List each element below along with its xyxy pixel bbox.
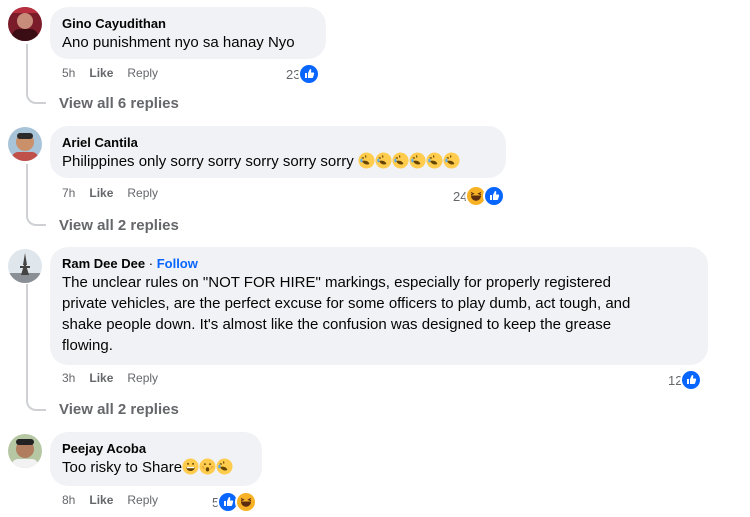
commenter-name[interactable]: Ariel Cantila xyxy=(62,134,494,151)
comment-text-body: Philippines only sorry sorry sorry sorry… xyxy=(62,153,354,170)
comment-text-line: shake people down. It's almost like the … xyxy=(62,316,612,333)
like-reaction-icon xyxy=(483,185,506,207)
comment-actions: 8h Like Reply xyxy=(62,493,172,507)
like-button[interactable]: Like xyxy=(89,186,113,200)
thread-line xyxy=(26,164,28,214)
rofl-emoji xyxy=(426,152,443,169)
like-button[interactable]: Like xyxy=(89,493,113,507)
rofl-emoji xyxy=(358,152,375,169)
reply-button[interactable]: Reply xyxy=(127,493,158,507)
commenter-name[interactable]: Gino Cayudithan xyxy=(62,15,314,32)
view-replies-link[interactable]: View all 2 replies xyxy=(59,217,179,234)
like-button[interactable]: Like xyxy=(89,371,113,385)
comment-time[interactable]: 3h xyxy=(62,371,75,385)
haha-reaction-icon xyxy=(235,491,258,513)
comment-bubble: Peejay Acoba Too risky to Share xyxy=(50,432,262,486)
like-reaction-icon xyxy=(680,369,703,391)
rofl-emoji xyxy=(443,152,460,169)
comment-time[interactable]: 7h xyxy=(62,186,75,200)
reaction-summary[interactable]: 5 xyxy=(212,491,258,513)
like-button[interactable]: Like xyxy=(89,66,113,80)
comment-text: The unclear rules on "NOT FOR HIRE" mark… xyxy=(62,272,696,356)
avatar[interactable] xyxy=(8,7,42,41)
comment-text: Ano punishment nyo sa hanay Nyo xyxy=(62,34,295,51)
comment-bubble: Ram Dee Dee · Follow The unclear rules o… xyxy=(50,247,708,365)
comment-actions: 7h Like Reply xyxy=(62,186,172,200)
comment-time[interactable]: 5h xyxy=(62,66,75,80)
commenter-header: Ram Dee Dee · Follow xyxy=(62,255,696,272)
surprised-emoji xyxy=(199,458,216,475)
rofl-emoji xyxy=(216,458,233,475)
avatar[interactable] xyxy=(8,434,42,468)
reply-button[interactable]: Reply xyxy=(127,186,158,200)
view-replies-link[interactable]: View all 2 replies xyxy=(59,401,179,418)
thread-elbow xyxy=(26,92,46,104)
comment-text: Too risky to Share xyxy=(62,457,250,478)
comment-actions: 3h Like Reply xyxy=(62,371,172,385)
reaction-summary[interactable]: 23 xyxy=(286,63,321,85)
comment-bubble: Ariel Cantila Philippines only sorry sor… xyxy=(50,126,506,178)
avatar[interactable] xyxy=(8,127,42,161)
reaction-summary[interactable]: 24 xyxy=(453,185,506,207)
grin-emoji xyxy=(182,458,199,475)
view-replies-link[interactable]: View all 6 replies xyxy=(59,95,179,112)
comment-text-line: private vehicles, are the perfect excuse… xyxy=(62,295,631,312)
commenter-name[interactable]: Peejay Acoba xyxy=(62,440,250,457)
rofl-emoji xyxy=(392,152,409,169)
emoji-group xyxy=(182,458,233,476)
like-reaction-icon xyxy=(298,63,321,85)
comment-text-line: The unclear rules on "NOT FOR HIRE" mark… xyxy=(62,274,611,291)
separator-dot: · xyxy=(148,256,154,271)
reaction-summary[interactable]: 12 xyxy=(668,369,703,391)
avatar[interactable] xyxy=(8,249,42,283)
rofl-emoji xyxy=(409,152,426,169)
thread-line xyxy=(26,284,28,399)
follow-button[interactable]: Follow xyxy=(157,256,198,271)
thread-line xyxy=(26,44,28,92)
comment-text: Philippines only sorry sorry sorry sorry… xyxy=(62,151,494,172)
comment-actions: 5h Like Reply xyxy=(62,66,172,80)
emoji-group xyxy=(358,152,460,170)
commenter-name[interactable]: Ram Dee Dee xyxy=(62,256,145,271)
reply-button[interactable]: Reply xyxy=(127,66,158,80)
reply-button[interactable]: Reply xyxy=(127,371,158,385)
thread-elbow xyxy=(26,214,46,226)
comment-bubble: Gino Cayudithan Ano punishment nyo sa ha… xyxy=(50,7,326,59)
comment-time[interactable]: 8h xyxy=(62,493,75,507)
comment-text-line: flowing. xyxy=(62,337,113,354)
rofl-emoji xyxy=(375,152,392,169)
comment-text-body: Too risky to Share xyxy=(62,459,183,476)
thread-elbow xyxy=(26,399,46,411)
